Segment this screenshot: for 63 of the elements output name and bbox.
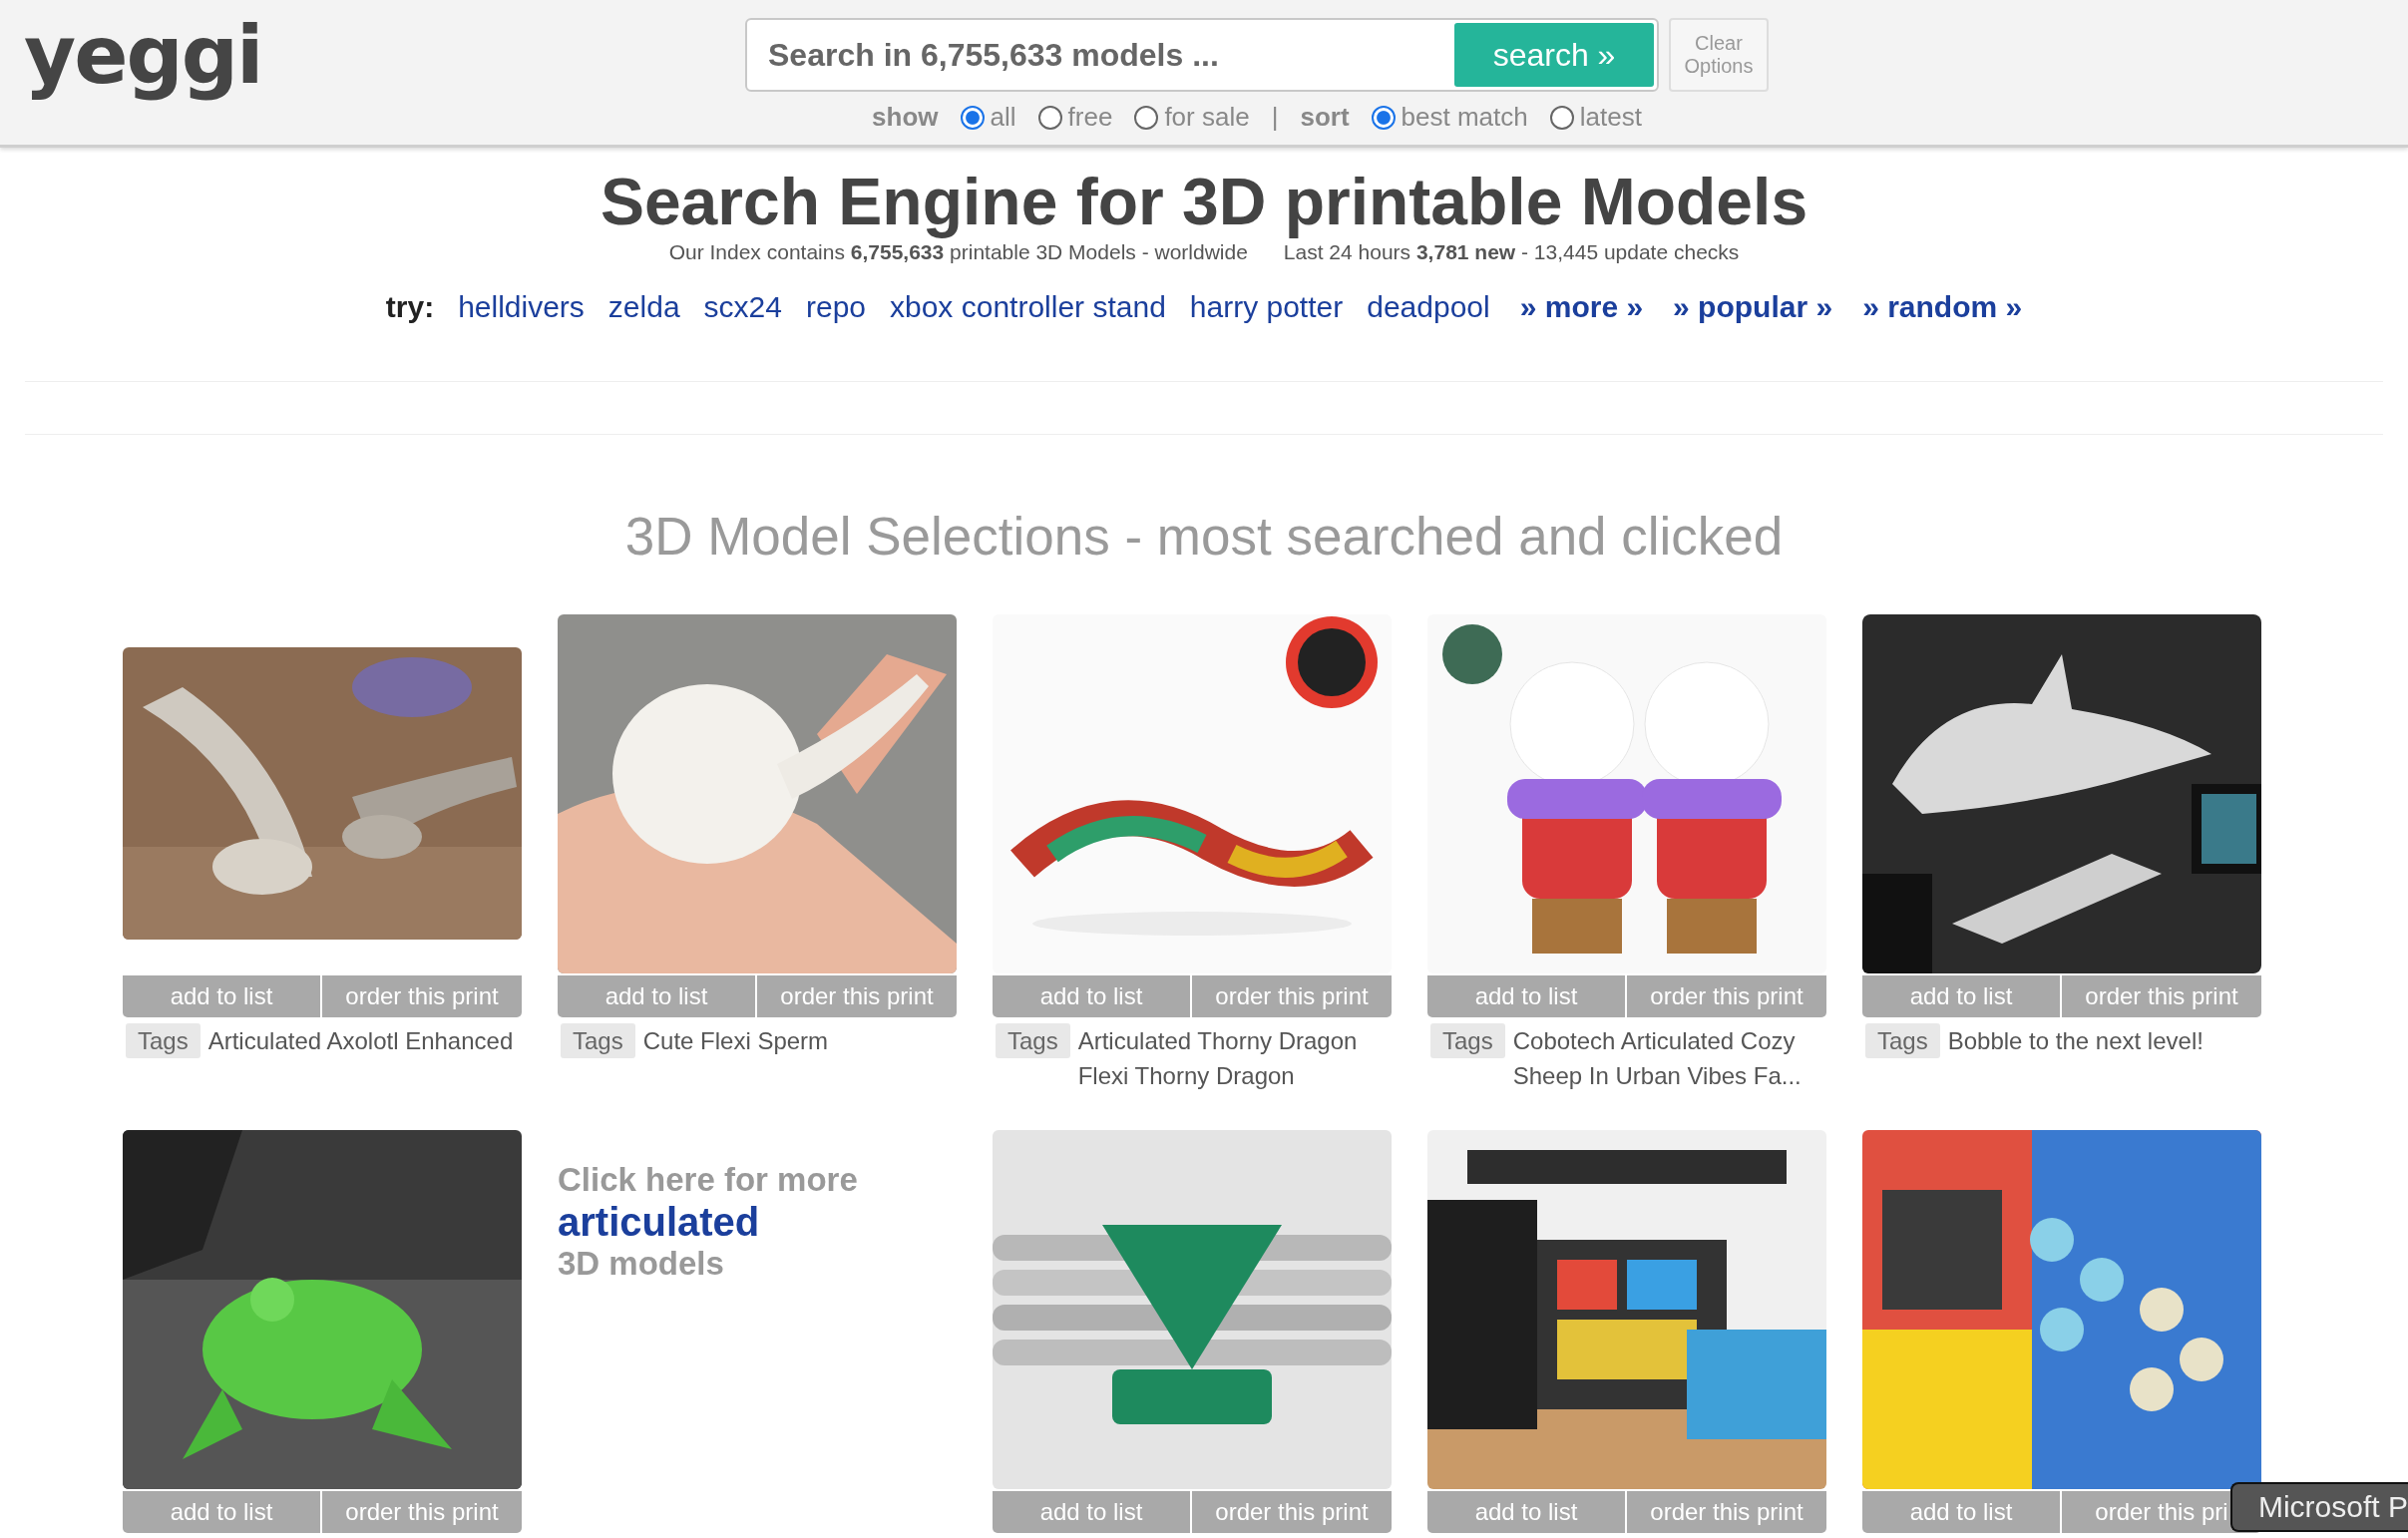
stats-text: Last 24 hours 3,781 new - 13,445 update checks <box>1283 239 1740 264</box>
model-title[interactable]: Articulated Thorny Dragon Flexi Thorny Dragon <box>1077 1022 1392 1093</box>
order-print-button[interactable]: order this print <box>1627 974 1826 1017</box>
search-term-link[interactable]: deadpool <box>1367 289 1490 324</box>
order-print-button[interactable]: order this print <box>322 1490 522 1533</box>
radio-button[interactable] <box>1037 105 1062 130</box>
order-print-button[interactable]: order this print <box>322 974 522 1017</box>
promo-text: 3D models <box>558 1243 724 1284</box>
order-print-button[interactable]: order this print <box>1192 974 1392 1017</box>
radio-button[interactable] <box>1371 105 1396 130</box>
add-to-list-button[interactable]: add to list <box>1862 974 2060 1017</box>
tags-label: Tags <box>996 1022 1070 1058</box>
promo-text: Click here for more <box>558 1159 858 1200</box>
order-print-button[interactable]: order this print <box>757 974 957 1017</box>
site-logo[interactable]: yeggi <box>24 6 262 106</box>
nav-link[interactable]: » popular » <box>1673 289 1833 324</box>
try-label: try: <box>385 289 435 324</box>
category-link[interactable]: articulated <box>558 1199 760 1244</box>
add-to-list-button[interactable]: add to list <box>1427 1490 1625 1533</box>
add-to-list-button[interactable]: add to list <box>1862 1490 2060 1533</box>
page-title: Search Engine for 3D printable Models <box>600 166 1808 238</box>
add-to-list-button[interactable]: add to list <box>993 1490 1190 1533</box>
radio-label[interactable]: latest <box>1579 102 1642 133</box>
add-to-list-button[interactable]: add to list <box>558 974 755 1017</box>
search-term-link[interactable]: xbox controller stand <box>890 289 1166 324</box>
model-title[interactable]: Cobotech Articulated Cozy Sheep In Urban Vibes Fa... <box>1512 1022 1826 1093</box>
stats-text: Our Index contains 6,755,633 printable 3D Models - worldwide <box>668 239 1248 264</box>
order-print-button[interactable]: order this print <box>1192 1490 1392 1533</box>
model-title[interactable]: Cute Flexi Sperm <box>642 1022 957 1058</box>
search-term-link[interactable]: helldivers <box>458 289 585 324</box>
radio-label[interactable]: for sale <box>1164 102 1250 133</box>
tags-label: Tags <box>1430 1022 1505 1058</box>
model-title[interactable]: Articulated Axolotl Enhanced <box>207 1022 522 1058</box>
option-label: show <box>872 102 939 133</box>
radio-button[interactable] <box>1549 105 1574 130</box>
radio-button[interactable] <box>960 105 985 130</box>
tags-label: Tags <box>1865 1022 1940 1058</box>
radio-label[interactable]: all <box>990 102 1016 133</box>
section-title: 3D Model Selections - most searched and clicked <box>623 505 1785 568</box>
add-to-list-button[interactable]: add to list <box>1427 974 1625 1017</box>
search-term-link[interactable]: repo <box>805 289 866 324</box>
search-term-link[interactable]: scx24 <box>703 289 782 324</box>
radio-label[interactable]: free <box>1067 102 1113 133</box>
add-to-list-button[interactable]: add to list <box>123 974 320 1017</box>
tags-label: Tags <box>561 1022 635 1058</box>
order-print-button[interactable]: order this print <box>1627 1490 1826 1533</box>
order-print-button[interactable]: order this print <box>2062 974 2261 1017</box>
add-to-list-button[interactable]: add to list <box>123 1490 320 1533</box>
separator: | <box>1271 102 1279 133</box>
tags-label: Tags <box>126 1022 201 1058</box>
add-to-list-button[interactable]: add to list <box>993 974 1190 1017</box>
model-title[interactable]: Bobble to the next level! <box>1947 1022 2261 1058</box>
option-label: sort <box>1300 102 1350 133</box>
search-button[interactable]: search » <box>1454 23 1654 87</box>
search-term-link[interactable]: harry potter <box>1189 289 1344 324</box>
nav-link[interactable]: » random » <box>1862 289 2023 324</box>
nav-link[interactable]: » more » <box>1519 289 1644 324</box>
radio-button[interactable] <box>1134 105 1159 130</box>
search-term-link[interactable]: zelda <box>607 289 680 324</box>
tooltip: Microsoft P <box>2229 1482 2408 1532</box>
radio-label[interactable]: best match <box>1401 102 1528 133</box>
clear-options-button[interactable]: Clear Options <box>1669 18 1769 92</box>
search-field[interactable]: Search in 6,755,633 models ... search » <box>745 18 1659 92</box>
